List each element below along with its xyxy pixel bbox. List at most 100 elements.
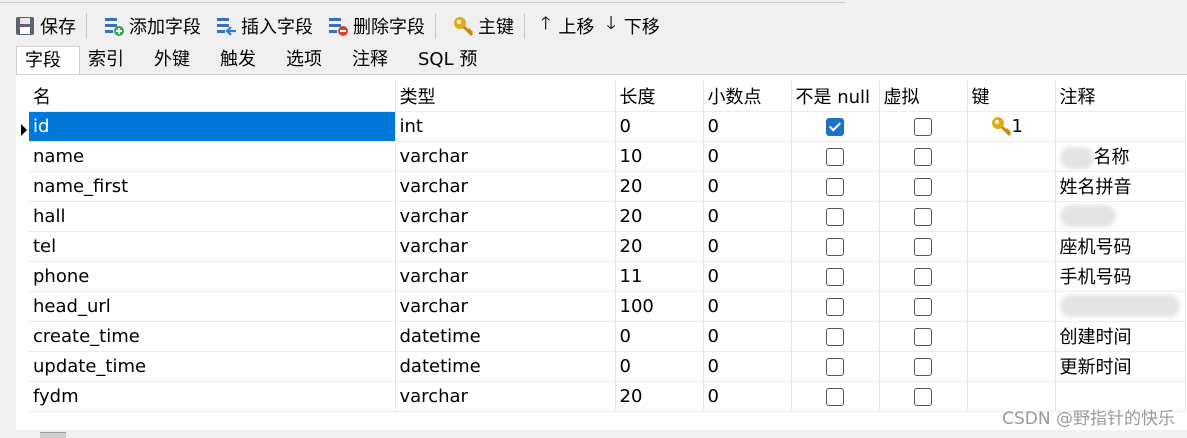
delete-field-button[interactable]: 删除字段 <box>321 11 433 41</box>
field-name-cell[interactable]: update_time <box>29 351 396 382</box>
virtual-checkbox[interactable] <box>913 177 932 196</box>
field-length-cell[interactable]: 20 <box>615 201 704 232</box>
not-null-cell[interactable] <box>791 231 880 262</box>
field-type-cell[interactable]: varchar <box>395 141 616 172</box>
virtual-checkbox[interactable] <box>913 237 932 256</box>
column-header-comment[interactable]: 注释 <box>1055 81 1186 112</box>
field-decimals-cell[interactable]: 0 <box>703 351 792 382</box>
not-null-checkbox[interactable] <box>825 267 844 286</box>
field-type-cell[interactable]: varchar <box>395 381 616 412</box>
move-down-button[interactable]: 🡓 下移 <box>602 11 667 41</box>
not-null-cell[interactable] <box>791 351 880 382</box>
table-row[interactable]: name varchar 10 0 名称 <box>29 141 1186 172</box>
field-length-cell[interactable]: 20 <box>615 171 704 202</box>
not-null-checkbox[interactable] <box>825 387 844 406</box>
field-decimals-cell[interactable]: 0 <box>703 111 792 142</box>
not-null-checkbox[interactable] <box>825 147 844 166</box>
not-null-cell[interactable] <box>791 171 880 202</box>
virtual-checkbox[interactable] <box>913 357 932 376</box>
not-null-cell[interactable] <box>791 291 880 322</box>
field-name-cell[interactable]: hall <box>29 201 396 232</box>
virtual-cell[interactable] <box>879 261 968 292</box>
not-null-checkbox[interactable] <box>825 177 844 196</box>
tab-foreign-keys[interactable]: 外键 <box>146 46 212 74</box>
key-cell[interactable] <box>967 261 1056 292</box>
table-row[interactable]: tel varchar 20 0 座机号码 <box>29 231 1186 262</box>
key-cell[interactable] <box>967 351 1056 382</box>
virtual-cell[interactable] <box>879 141 968 172</box>
field-type-cell[interactable]: varchar <box>395 261 616 292</box>
column-header-not-null[interactable]: 不是 null <box>791 81 880 112</box>
not-null-checkbox[interactable] <box>825 207 844 226</box>
column-header-name[interactable]: 名 <box>29 81 396 112</box>
field-type-cell[interactable]: varchar <box>395 291 616 322</box>
field-type-cell[interactable]: int <box>395 111 616 142</box>
comment-cell[interactable]: 创建时间 <box>1055 321 1186 352</box>
field-name-cell[interactable]: create_time <box>29 321 396 352</box>
comment-cell[interactable] <box>1055 291 1186 322</box>
field-type-cell[interactable]: varchar <box>395 201 616 232</box>
virtual-cell[interactable] <box>879 381 968 412</box>
table-row[interactable]: create_time datetime 0 0 创建时间 <box>29 321 1186 352</box>
field-name-cell[interactable]: head_url <box>29 291 396 322</box>
comment-cell[interactable]: 更新时间 <box>1055 351 1186 382</box>
virtual-cell[interactable] <box>879 171 968 202</box>
field-type-cell[interactable]: varchar <box>395 171 616 202</box>
virtual-cell[interactable] <box>879 291 968 322</box>
column-header-decimals[interactable]: 小数点 <box>703 81 792 112</box>
virtual-cell[interactable] <box>879 231 968 262</box>
not-null-cell[interactable] <box>791 111 880 142</box>
field-name-cell[interactable]: phone <box>29 261 396 292</box>
field-decimals-cell[interactable]: 0 <box>703 141 792 172</box>
key-cell[interactable] <box>967 231 1056 262</box>
comment-cell[interactable]: 名称 <box>1055 141 1186 172</box>
field-length-cell[interactable]: 20 <box>615 231 704 262</box>
comment-cell[interactable]: 座机号码 <box>1055 231 1186 262</box>
table-row[interactable]: hall varchar 20 0 <box>29 201 1186 232</box>
field-length-cell[interactable]: 11 <box>615 261 704 292</box>
field-decimals-cell[interactable]: 0 <box>703 261 792 292</box>
column-header-key[interactable]: 键 <box>967 81 1056 112</box>
key-cell[interactable] <box>967 201 1056 232</box>
not-null-checkbox[interactable] <box>825 297 844 316</box>
column-header-type[interactable]: 类型 <box>395 81 616 112</box>
field-name-cell[interactable]: id <box>29 111 396 142</box>
not-null-checkbox[interactable] <box>825 357 844 376</box>
virtual-checkbox[interactable] <box>913 117 932 136</box>
field-length-cell[interactable]: 0 <box>615 111 704 142</box>
scrollbar[interactable] <box>40 432 66 438</box>
column-header-virtual[interactable]: 虚拟 <box>879 81 968 112</box>
not-null-cell[interactable] <box>791 141 880 172</box>
field-decimals-cell[interactable]: 0 <box>703 201 792 232</box>
comment-cell[interactable]: 姓名拼音 <box>1055 171 1186 202</box>
field-length-cell[interactable]: 0 <box>615 321 704 352</box>
field-decimals-cell[interactable]: 0 <box>703 291 792 322</box>
field-name-cell[interactable]: name <box>29 141 396 172</box>
key-cell[interactable] <box>967 321 1056 352</box>
insert-field-button[interactable]: 插入字段 <box>209 11 321 41</box>
not-null-checkbox[interactable] <box>825 327 844 346</box>
table-row[interactable]: name_first varchar 20 0 姓名拼音 <box>29 171 1186 202</box>
tab-sql-preview[interactable]: SQL 预览 <box>410 46 502 98</box>
field-decimals-cell[interactable]: 0 <box>703 231 792 262</box>
virtual-cell[interactable] <box>879 111 968 142</box>
add-field-button[interactable]: 添加字段 <box>89 11 209 41</box>
move-up-button[interactable]: 🡑 上移 <box>527 11 602 41</box>
field-type-cell[interactable]: datetime <box>395 351 616 382</box>
tab-indexes[interactable]: 索引 <box>80 46 146 74</box>
field-length-cell[interactable]: 20 <box>615 381 704 412</box>
not-null-cell[interactable] <box>791 201 880 232</box>
tab-fields[interactable]: 字段 <box>16 46 80 74</box>
table-row[interactable]: head_url varchar 100 0 <box>29 291 1186 322</box>
field-type-cell[interactable]: datetime <box>395 321 616 352</box>
comment-cell[interactable] <box>1055 111 1186 142</box>
not-null-cell[interactable] <box>791 381 880 412</box>
not-null-checkbox[interactable] <box>825 117 844 136</box>
field-type-cell[interactable]: varchar <box>395 231 616 262</box>
key-cell[interactable] <box>967 291 1056 322</box>
key-cell[interactable] <box>967 141 1056 172</box>
table-row[interactable]: update_time datetime 0 0 更新时间 <box>29 351 1186 382</box>
save-button[interactable]: 保存 <box>0 11 84 41</box>
key-cell[interactable]: 1 <box>967 111 1056 142</box>
tab-options[interactable]: 选项 <box>278 46 344 74</box>
